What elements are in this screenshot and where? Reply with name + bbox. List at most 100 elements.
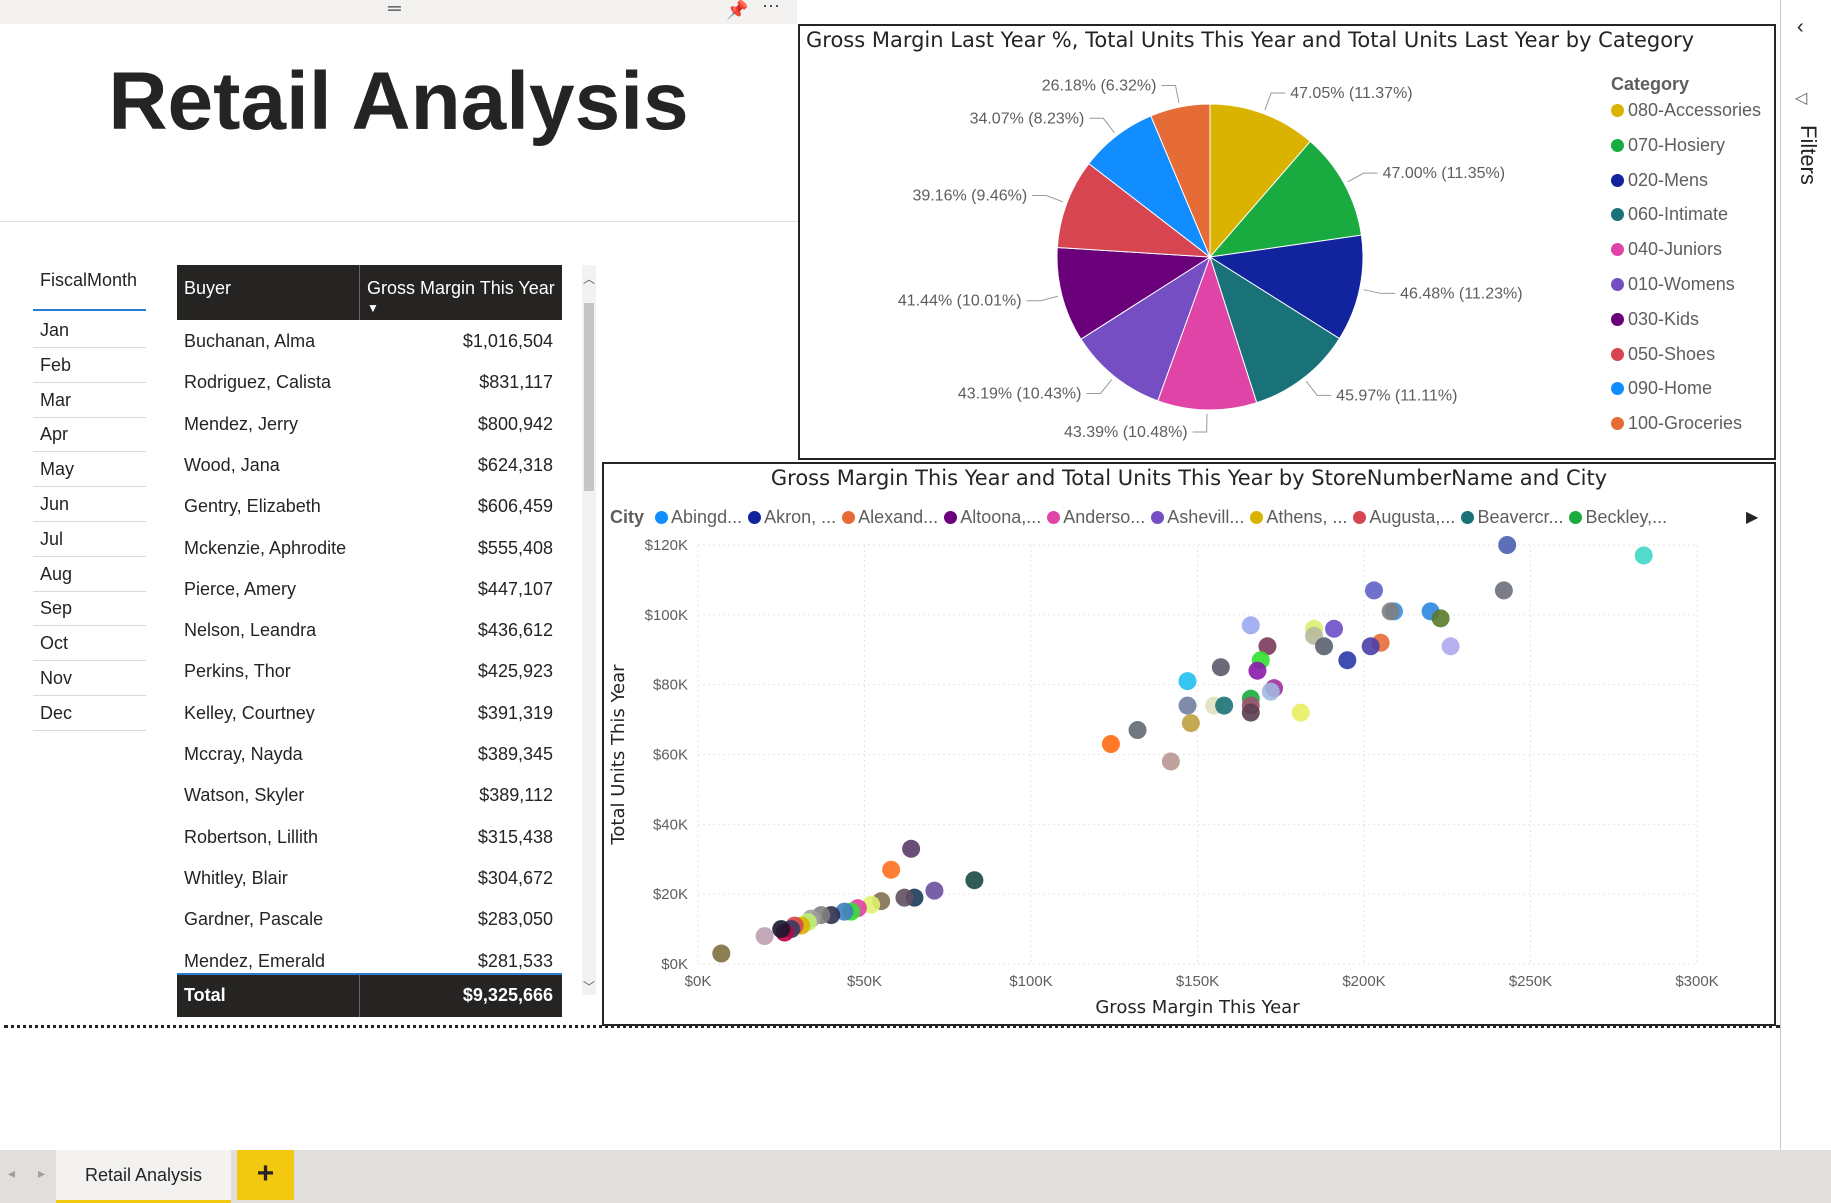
pie-legend-item[interactable]: 080-Accessories (1611, 100, 1761, 121)
scatter-point[interactable] (1211, 658, 1230, 677)
scatter-point[interactable] (1364, 581, 1383, 600)
scatter-point[interactable] (1291, 703, 1310, 722)
scatter-point[interactable] (1361, 637, 1380, 656)
slicer-item[interactable]: Dec (33, 697, 146, 731)
scatter-point[interactable] (1241, 616, 1260, 635)
pie-legend-item[interactable]: 100-Groceries (1611, 413, 1742, 434)
table-row[interactable]: Rodriguez, Calista $831,117 (177, 363, 562, 404)
scatter-point[interactable] (1381, 602, 1400, 621)
city-legend-item[interactable]: Ashevill... (1151, 507, 1244, 527)
city-legend-item[interactable]: Augusta,... (1353, 507, 1455, 527)
city-legend-item[interactable]: Altoona,... (944, 507, 1041, 527)
table-row[interactable]: Kelley, Courtney $391,319 (177, 694, 562, 735)
pie-legend-item[interactable]: 090-Home (1611, 378, 1712, 399)
scatter-point[interactable] (895, 888, 914, 907)
scatter-point[interactable] (882, 860, 901, 879)
scatter-point[interactable] (1494, 581, 1513, 600)
tab-scroll-right-icon[interactable]: ▸ (38, 1165, 45, 1182)
scatter-point[interactable] (1161, 752, 1180, 771)
slicer-item[interactable]: Apr (33, 418, 146, 453)
table-row[interactable]: Mccray, Nayda $389,345 (177, 735, 562, 776)
table-row[interactable]: Mendez, Jerry $800,942 (177, 405, 562, 446)
pie-legend-item[interactable]: 050-Shoes (1611, 344, 1715, 365)
legend-label: Altoona,... (960, 507, 1042, 527)
pie-legend-item[interactable]: 060-Intimate (1611, 204, 1728, 225)
scatter-point[interactable] (1128, 721, 1147, 740)
more-options-icon[interactable]: ⋯ (762, 0, 780, 17)
scatter-point[interactable] (925, 881, 944, 900)
scroll-up-icon[interactable]: ︿ (583, 270, 595, 287)
pie-legend-item[interactable]: 030-Kids (1611, 309, 1699, 330)
buyer-cell: Nelson, Leandra (184, 620, 317, 641)
gross-margin-cell: $831,117 (479, 372, 553, 393)
table-row[interactable]: Perkins, Thor $425,923 (177, 652, 562, 693)
scatter-point[interactable] (902, 839, 921, 858)
scatter-point[interactable] (755, 927, 774, 946)
legend-next-arrow-icon[interactable]: ▶ (1746, 507, 1758, 527)
scatter-point[interactable] (1178, 696, 1197, 715)
scatter-point[interactable] (1441, 637, 1460, 656)
slicer-item[interactable]: May (33, 453, 146, 488)
tab-scroll-left-icon[interactable]: ◂ (8, 1165, 15, 1182)
slicer-item[interactable]: Jul (33, 523, 146, 557)
city-legend-item[interactable]: Beavercr... (1461, 507, 1563, 527)
drag-handle-icon[interactable]: ═ (388, 0, 401, 19)
legend-swatch (1611, 278, 1624, 291)
slicer-item[interactable]: Mar (33, 384, 146, 418)
city-legend-item[interactable]: Abingd... (655, 507, 742, 527)
city-legend-item[interactable]: Akron, ... (748, 507, 836, 527)
scatter-point[interactable] (1634, 546, 1653, 565)
column-header-gross-margin[interactable]: Gross Margin This Year (367, 278, 555, 299)
slicer-item[interactable]: Sep (33, 592, 146, 627)
filters-pane-label[interactable]: Filters (1795, 125, 1821, 185)
y-tick-label: $100K (645, 607, 688, 624)
pie-legend-item[interactable]: 040-Juniors (1611, 239, 1722, 260)
city-legend-item[interactable]: Athens, ... (1250, 507, 1347, 527)
slicer-item[interactable]: Nov (33, 662, 146, 696)
scatter-point[interactable] (1241, 703, 1260, 722)
table-row[interactable]: Gardner, Pascale $283,050 (177, 900, 562, 941)
pie-legend-item[interactable]: 070-Hosiery (1611, 135, 1725, 156)
collapse-chevron-icon[interactable]: ‹ (1797, 16, 1804, 39)
table-row[interactable]: Whitley, Blair $304,672 (177, 859, 562, 900)
table-row[interactable]: Buchanan, Alma $1,016,504 (177, 322, 562, 363)
scatter-point[interactable] (1431, 609, 1450, 628)
slicer-item[interactable]: Aug (33, 558, 146, 592)
scatter-point[interactable] (712, 944, 731, 963)
column-header-buyer[interactable]: Buyer (184, 278, 231, 299)
scatter-point[interactable] (1498, 536, 1517, 554)
pie-legend-item[interactable]: 010-Womens (1611, 274, 1735, 295)
slicer-item[interactable]: Jan (33, 314, 146, 348)
scatter-point[interactable] (1325, 619, 1344, 638)
scatter-point[interactable] (1178, 672, 1197, 691)
scatter-point[interactable] (1101, 735, 1120, 754)
table-row[interactable]: Mckenzie, Aphrodite $555,408 (177, 529, 562, 570)
scatter-point[interactable] (1215, 696, 1234, 715)
tab-label[interactable]: Retail Analysis (56, 1165, 231, 1186)
table-row[interactable]: Wood, Jana $624,318 (177, 446, 562, 487)
slicer-item[interactable]: Jun (33, 488, 146, 522)
slicer-item[interactable]: Oct (33, 627, 146, 662)
scatter-point[interactable] (965, 871, 984, 890)
scroll-down-icon[interactable]: ﹀ (583, 978, 595, 995)
table-row[interactable]: Nelson, Leandra $436,612 (177, 611, 562, 652)
scatter-point[interactable] (1248, 661, 1267, 680)
scatter-point[interactable] (1181, 714, 1200, 733)
pin-icon[interactable]: 📌 (726, 0, 748, 21)
table-row[interactable]: Robertson, Lillith $315,438 (177, 818, 562, 859)
table-row[interactable]: Watson, Skyler $389,112 (177, 776, 562, 817)
legend-swatch (1461, 511, 1475, 524)
add-page-button[interactable]: + (237, 1150, 294, 1200)
scatter-point[interactable] (1338, 651, 1357, 670)
city-legend-item[interactable]: Beckley,... (1569, 507, 1667, 527)
table-scrollbar-thumb[interactable] (584, 303, 594, 491)
city-legend-item[interactable]: Alexand... (842, 507, 938, 527)
city-legend-item[interactable]: Anderso... (1047, 507, 1145, 527)
scatter-point[interactable] (1315, 637, 1334, 656)
slicer-item[interactable]: Feb (33, 349, 146, 383)
pie-legend-item[interactable]: 020-Mens (1611, 170, 1708, 191)
scatter-point[interactable] (1261, 682, 1280, 701)
table-row[interactable]: Gentry, Elizabeth $606,459 (177, 487, 562, 528)
scatter-point[interactable] (772, 920, 791, 939)
table-row[interactable]: Pierce, Amery $447,107 (177, 570, 562, 611)
